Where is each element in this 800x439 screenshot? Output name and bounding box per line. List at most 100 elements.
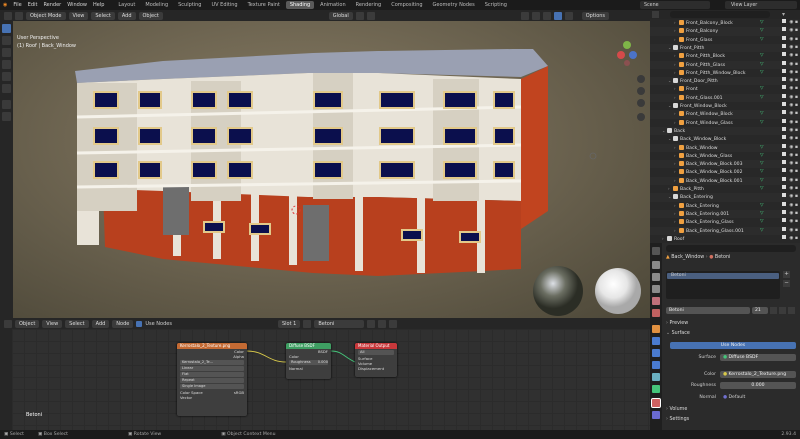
eye-icon[interactable]: ◉ xyxy=(789,153,793,158)
checkbox-icon[interactable] xyxy=(782,126,787,131)
tab-texture-paint[interactable]: Texture Paint xyxy=(244,1,284,9)
options-dropdown[interactable]: Options xyxy=(581,11,610,20)
tab-shading[interactable]: Shading xyxy=(285,1,315,9)
preview-panel-header[interactable]: › Preview xyxy=(666,321,798,326)
tab-scripting[interactable]: Scripting xyxy=(481,1,511,9)
menu-window[interactable]: Window xyxy=(64,0,90,10)
scene-tab-icon[interactable] xyxy=(652,297,660,305)
tab-geometry-nodes[interactable]: Geometry Nodes xyxy=(429,1,479,9)
overlay-icon[interactable] xyxy=(542,11,551,20)
ne-node-menu[interactable]: Node xyxy=(112,319,134,328)
checkbox-icon[interactable] xyxy=(782,102,787,106)
eye-icon[interactable]: ◉ xyxy=(789,228,793,233)
camera-icon[interactable]: ▪ xyxy=(795,219,798,224)
outliner-item[interactable]: ⌄ Back_Entering ◉ ▪ xyxy=(650,193,800,202)
render-tab-icon[interactable] xyxy=(652,261,660,269)
outliner-item[interactable]: › Back_Entering.001 ◉ ▪ ▽ xyxy=(650,209,800,219)
camera-icon[interactable]: ▪ xyxy=(795,161,798,166)
eye-icon[interactable]: ◉ xyxy=(789,203,793,208)
filter-icon[interactable]: ▾ xyxy=(782,11,789,18)
camera-icon[interactable]: ▪ xyxy=(795,128,798,133)
outliner-item[interactable]: › Front_Pitth_Window_Block ◉ ▪ ▽ xyxy=(650,68,800,77)
object-tab-icon[interactable] xyxy=(652,325,660,333)
checkbox-icon[interactable] xyxy=(782,193,787,198)
3d-viewport[interactable]: User Perspective (1) Roof | Back_Window xyxy=(13,21,650,318)
use-nodes-checkbox[interactable] xyxy=(136,320,143,327)
extension-dropdown[interactable]: Repeat xyxy=(180,378,244,383)
eye-icon[interactable]: ◉ xyxy=(789,53,793,58)
eye-icon[interactable]: ◉ xyxy=(789,45,793,50)
checkbox-icon[interactable] xyxy=(782,185,787,189)
annotate-tool-icon[interactable] xyxy=(2,100,11,109)
duplicate-icon[interactable] xyxy=(779,307,786,314)
camera-icon[interactable]: ▪ xyxy=(795,28,798,33)
outliner-item[interactable]: › Front_Balcony ◉ ▪ ▽ xyxy=(650,27,800,36)
outliner-item[interactable]: ⌄ Front_Window_Block ◉ ▪ xyxy=(650,102,800,110)
tab-animation[interactable]: Animation xyxy=(316,1,350,9)
checkbox-icon[interactable] xyxy=(782,93,787,98)
camera-icon[interactable]: ▪ xyxy=(795,86,798,91)
eye-icon[interactable]: ◉ xyxy=(789,236,793,241)
checkbox-icon[interactable] xyxy=(782,118,787,123)
checkbox-icon[interactable] xyxy=(782,60,787,65)
measure-tool-icon[interactable] xyxy=(2,112,11,121)
editor-type-icon[interactable] xyxy=(4,319,12,328)
eye-icon[interactable]: ◉ xyxy=(789,178,793,183)
menu-render[interactable]: Render xyxy=(40,0,64,10)
select-box-tool-icon[interactable] xyxy=(2,24,11,33)
checkbox-icon[interactable] xyxy=(782,226,787,231)
shader-node-editor[interactable]: Betoni Kerrostalo_2_Texture.png Color Al… xyxy=(0,329,650,430)
checkbox-icon[interactable] xyxy=(782,135,787,140)
outliner-item[interactable]: › Back_Window_Block.002 ◉ ▪ ▽ xyxy=(650,168,800,176)
material-output-node[interactable]: Material Output All Surface Volume Displ… xyxy=(355,343,397,377)
fake-user-icon[interactable] xyxy=(770,307,777,314)
camera-icon[interactable]: ▪ xyxy=(795,203,798,208)
volume-panel-header[interactable]: › Volume xyxy=(666,407,798,412)
outliner-item[interactable]: ⌄ Back_Window_Block ◉ ▪ xyxy=(650,135,800,143)
blender-logo-icon[interactable]: ◉ xyxy=(0,0,10,10)
outliner-item[interactable]: ⌄ Front_Door_Pitth ◉ ▪ xyxy=(650,77,800,86)
outliner-item[interactable]: › Back_Entering_Glass ◉ ▪ ▽ xyxy=(650,218,800,226)
checkbox-icon[interactable] xyxy=(782,234,787,239)
eye-icon[interactable]: ◉ xyxy=(789,219,793,224)
tab-compositing[interactable]: Compositing xyxy=(387,1,426,9)
menu-edit[interactable]: Edit xyxy=(25,0,41,10)
camera-icon[interactable]: ▪ xyxy=(795,169,798,174)
rotate-tool-icon[interactable] xyxy=(2,60,11,69)
camera-icon[interactable]: ▪ xyxy=(795,186,798,191)
material-users-count[interactable]: 21 xyxy=(752,307,768,314)
outliner-item[interactable]: › Front_Window_Block ◉ ▪ ▽ xyxy=(650,110,800,119)
add-menu[interactable]: Add xyxy=(117,11,136,20)
eye-icon[interactable]: ◉ xyxy=(789,70,793,75)
source-dropdown[interactable]: Single Image xyxy=(180,384,244,389)
material-slot-item[interactable]: Betoni xyxy=(667,273,779,279)
eye-icon[interactable]: ◉ xyxy=(789,86,793,91)
eye-icon[interactable]: ◉ xyxy=(789,161,793,166)
eye-icon[interactable]: ◉ xyxy=(789,211,793,216)
constraints-tab-icon[interactable] xyxy=(652,373,660,381)
diffuse-bsdf-node[interactable]: Diffuse BSDF BSDF Color Roughness 0.000 N… xyxy=(286,343,331,379)
tab-uv-editing[interactable]: UV Editing xyxy=(207,1,241,9)
transform-tool-icon[interactable] xyxy=(2,84,11,93)
mode-dropdown[interactable]: Object Mode xyxy=(26,11,66,20)
output-target-dropdown[interactable]: All xyxy=(358,350,394,355)
material-name-field[interactable]: Betoni xyxy=(314,319,365,328)
ne-select-menu[interactable]: Select xyxy=(65,319,89,328)
tab-sculpting[interactable]: Sculpting xyxy=(174,1,205,9)
tab-layout[interactable]: Layout xyxy=(114,1,139,9)
camera-icon[interactable]: ▪ xyxy=(795,53,798,58)
view-layer-tab-icon[interactable] xyxy=(652,285,660,293)
checkbox-icon[interactable] xyxy=(782,35,787,40)
material-preview-shading-icon[interactable] xyxy=(553,11,562,20)
remove-slot-button[interactable]: − xyxy=(783,280,790,287)
checkbox-icon[interactable] xyxy=(782,201,787,206)
checkbox-icon[interactable] xyxy=(782,85,787,90)
checkbox-icon[interactable] xyxy=(782,27,787,32)
object-menu[interactable]: Object xyxy=(138,11,163,20)
shader-type-dropdown[interactable]: Object xyxy=(15,319,40,328)
settings-panel-header[interactable]: › Settings xyxy=(666,417,798,422)
eye-icon[interactable]: ◉ xyxy=(789,62,793,67)
use-nodes-button[interactable]: Use Nodes xyxy=(670,342,796,349)
normal-value[interactable]: ● Default xyxy=(723,395,745,400)
particles-tab-icon[interactable] xyxy=(652,349,660,357)
